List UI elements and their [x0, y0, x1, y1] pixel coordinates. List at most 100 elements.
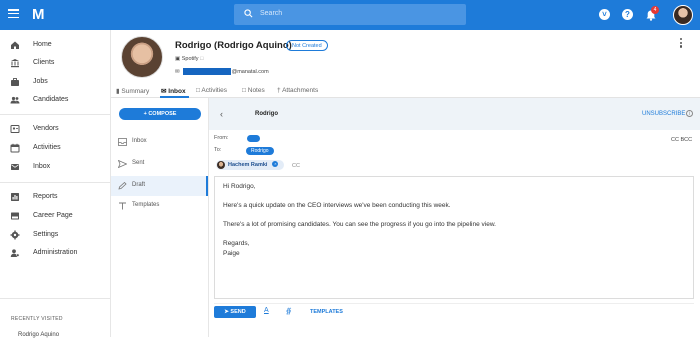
sidebar-item-label: Settings — [33, 231, 59, 238]
send-label: SEND — [230, 309, 246, 315]
pencil-icon — [118, 182, 127, 190]
sidebar-divider — [0, 182, 110, 183]
candidate-company: ▣ Spotify □ — [175, 56, 203, 62]
sidebar-item-activities[interactable]: Activities — [0, 140, 110, 156]
help-icon[interactable]: ? — [622, 9, 633, 20]
chevron-left-icon[interactable]: ‹ — [220, 109, 223, 119]
vendor-icon — [10, 125, 20, 133]
folder-label: Draft — [132, 182, 146, 188]
body-signature: Paige — [223, 250, 240, 257]
status-badge[interactable]: Not Created — [286, 40, 328, 51]
briefcase-icon — [11, 78, 19, 86]
to-chip[interactable]: Rodrigo — [246, 147, 274, 155]
reports-icon — [11, 193, 19, 201]
app-logo[interactable]: M — [32, 6, 45, 23]
sidebar-item-jobs[interactable]: Jobs — [0, 74, 110, 90]
unsubscribe-link[interactable]: UNSUBSCRIBE — [642, 111, 685, 117]
folder-draft[interactable]: Draft — [111, 176, 208, 196]
sidebar-item-career-page[interactable]: Career Page — [0, 208, 110, 224]
tab-label: Inbox — [168, 88, 186, 95]
tab-label: Notes — [247, 87, 265, 94]
sidebar-item-label: Clients — [33, 59, 55, 66]
tab-summary[interactable]: ▮ Summary — [116, 87, 149, 95]
summary-icon: ▮ — [116, 88, 120, 95]
sidebar-item-label: Career Page — [33, 212, 73, 219]
body-line: There's a lot of promising candidates. Y… — [223, 221, 496, 228]
sidebar-item-inbox[interactable]: Inbox — [0, 159, 110, 175]
sidebar-item-clients[interactable]: Clients — [0, 55, 110, 71]
external-link-icon[interactable]: □ — [200, 56, 203, 62]
bank-icon — [11, 59, 19, 68]
folder-templates[interactable]: Templates — [111, 196, 208, 216]
from-label: From: — [214, 135, 229, 141]
cc-recipient-chip[interactable]: Hachem Ramki × — [216, 160, 285, 170]
templates-link[interactable]: TEMPLATES — [310, 309, 343, 315]
send-button[interactable]: ➤ SEND — [214, 306, 256, 318]
career-page-icon — [11, 212, 19, 220]
thread-name: Rodrigo — [255, 111, 278, 117]
email-icon: ✉ — [175, 68, 180, 75]
search-placeholder: Search — [260, 10, 283, 17]
thread-header: ‹ Rodrigo UNSUBSCRIBE i — [209, 98, 700, 130]
candidate-email: ✉ @manatal.com — [175, 68, 269, 75]
sidebar-item-label: Home — [33, 41, 52, 48]
body-signoff: Regards, — [223, 240, 250, 247]
inbox-icon — [118, 138, 127, 146]
sidebar-divider — [0, 298, 110, 299]
sidebar-item-vendors[interactable]: Vendors — [0, 121, 110, 137]
mail-folder-pane: + COMPOSE Inbox Sent Draft Templates — [111, 98, 209, 337]
menu-icon[interactable] — [8, 9, 19, 19]
recently-visited-title: RECENTLY VISITED — [11, 316, 63, 322]
recipient-name: Hachem Ramki — [228, 162, 268, 168]
folder-label: Templates — [132, 202, 160, 208]
sidebar-item-label: Activities — [33, 144, 61, 151]
candidate-name: Rodrigo (Rodrigo Aquino) — [175, 40, 292, 51]
calendar-icon — [10, 143, 20, 153]
cc-input-label[interactable]: CC — [292, 163, 300, 169]
text-format-icon[interactable]: A — [264, 307, 269, 314]
sidebar-item-label: Vendors — [33, 125, 59, 132]
from-chip[interactable] — [247, 135, 260, 142]
folder-inbox[interactable]: Inbox — [111, 132, 208, 152]
sidebar-item-reports[interactable]: Reports — [0, 189, 110, 205]
tab-attachments[interactable]: † Attachments — [277, 87, 318, 94]
more-options-icon[interactable] — [680, 38, 683, 49]
info-icon[interactable]: i — [686, 110, 693, 117]
top-bar: M Search ˅ ? 4 — [0, 0, 700, 30]
sidebar-item-label: Reports — [33, 193, 58, 200]
candidate-photo — [121, 36, 163, 78]
tab-inbox[interactable]: ✉ Inbox — [161, 87, 186, 95]
avatar — [217, 161, 225, 169]
email-domain[interactable]: @manatal.com — [232, 69, 269, 75]
tab-activities[interactable]: □ Activities — [196, 87, 227, 94]
compose-label: COMPOSE — [148, 111, 177, 117]
paperclip-icon[interactable]: ∯ — [286, 307, 292, 315]
people-icon — [10, 96, 20, 104]
email-redaction — [182, 68, 231, 75]
compose-button[interactable]: + COMPOSE — [119, 108, 201, 120]
tab-label: Summary — [121, 88, 150, 95]
sidebar-item-home[interactable]: Home — [0, 37, 110, 53]
tab-notes[interactable]: □ Notes — [242, 87, 265, 94]
cc-bcc-toggle[interactable]: CC BCC — [671, 137, 692, 143]
sidebar: Home Clients Jobs Candidates Vendors Act… — [0, 30, 111, 337]
sidebar-item-label: Inbox — [33, 163, 51, 170]
sidebar-item-administration[interactable]: Administration — [0, 245, 110, 261]
close-icon[interactable]: × — [272, 161, 279, 168]
email-body-input[interactable]: Hi Rodrigo, Here's a quick update on the… — [214, 176, 694, 299]
sidebar-item-label: Jobs — [33, 78, 48, 85]
notes-icon: □ — [242, 87, 246, 94]
home-icon — [11, 41, 19, 49]
sidebar-item-settings[interactable]: Settings — [0, 227, 110, 243]
chevron-down-icon[interactable]: ˅ — [599, 9, 610, 20]
sidebar-item-candidates[interactable]: Candidates — [0, 92, 110, 108]
candidate-profile-header: Rodrigo (Rodrigo Aquino) Not Created ▣ S… — [111, 30, 700, 86]
company-name[interactable]: Spotify — [182, 56, 199, 62]
notification-badge: 4 — [651, 6, 659, 14]
profile-tabs: ▮ Summary ✉ Inbox □ Activities □ Notes †… — [111, 86, 700, 98]
recently-visited-item[interactable]: Rodrigo Aquino — [18, 332, 59, 338]
folder-sent[interactable]: Sent — [111, 154, 208, 174]
user-avatar[interactable] — [673, 5, 693, 25]
search-bar[interactable]: Search — [234, 4, 466, 25]
to-label: To: — [214, 147, 222, 153]
